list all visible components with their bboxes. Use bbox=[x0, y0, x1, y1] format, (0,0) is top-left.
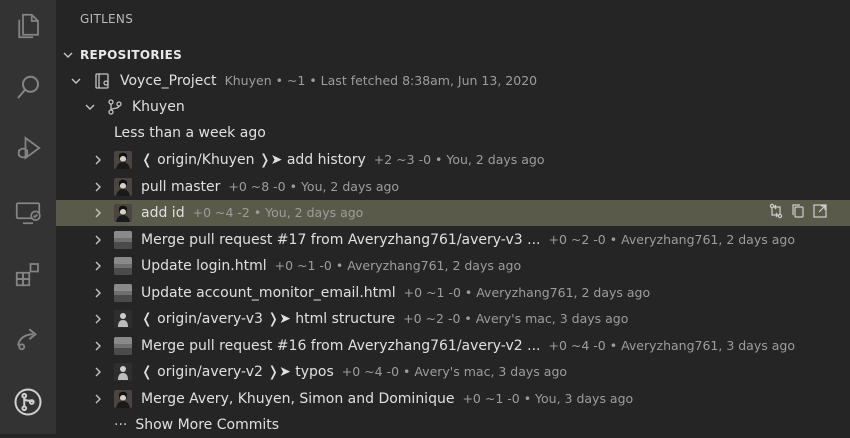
open-external-icon[interactable] bbox=[812, 203, 828, 223]
commit-message: Update account_monitor_email.html bbox=[141, 284, 396, 301]
chevron-right-icon bbox=[90, 285, 106, 301]
commit-meta: +0 ~4 -0 • Avery's mac, 3 days ago bbox=[341, 364, 568, 379]
commit-message: ❬ origin/Khuyen ❭➤ add history bbox=[141, 152, 366, 168]
run-debug-icon[interactable] bbox=[0, 124, 56, 172]
commit-row[interactable]: ❬ origin/avery-v2 ❭➤ typos +0 ~4 -0 • Ave… bbox=[56, 359, 850, 385]
commit-message: Merge pull request #17 from Averyzhang76… bbox=[141, 231, 541, 248]
author-avatar bbox=[114, 310, 132, 328]
repo-item[interactable]: Voyce_Project Khuyen • ~1 • Last fetched… bbox=[56, 68, 850, 94]
commit-meta: +0 ~1 -0 • Averyzhang761, 2 days ago bbox=[403, 284, 651, 300]
commit-message: ❬ origin/avery-v3 ❭➤ html structure bbox=[141, 311, 396, 327]
commit-message: Update login.html bbox=[141, 258, 267, 274]
chevron-down-icon bbox=[82, 99, 98, 115]
commit-meta: +0 ~4 -2 • You, 2 days ago bbox=[192, 205, 364, 220]
author-avatar bbox=[114, 151, 132, 169]
chevron-right-icon bbox=[90, 258, 106, 274]
commit-message: pull master bbox=[141, 178, 221, 195]
compare-icon[interactable] bbox=[768, 203, 784, 223]
chevron-right-icon bbox=[90, 338, 106, 354]
commit-row[interactable]: add id +0 ~4 -2 • You, 2 days ago bbox=[56, 200, 850, 226]
commit-message: Merge Avery, Khuyen, Simon and Dominique bbox=[141, 390, 455, 407]
files-icon[interactable] bbox=[0, 2, 56, 50]
repositories-section-header[interactable]: REPOSITORIES bbox=[56, 42, 850, 68]
repo-icon bbox=[94, 72, 112, 90]
chevron-right-icon bbox=[90, 311, 106, 327]
branch-icon bbox=[106, 98, 124, 116]
commit-meta: +0 ~1 -0 • Averyzhang761, 2 days ago bbox=[274, 258, 522, 273]
chevron-down-icon bbox=[68, 73, 84, 89]
extensions-icon[interactable] bbox=[0, 250, 56, 298]
commit-row[interactable]: Update login.html +0 ~1 -0 • Averyzhang76… bbox=[56, 253, 850, 279]
activity-bar bbox=[0, 0, 56, 434]
commit-message: Merge pull request #16 from Averyzhang76… bbox=[141, 337, 541, 354]
author-avatar bbox=[114, 230, 132, 249]
show-more-label: Show More Commits bbox=[135, 417, 280, 433]
section-label: REPOSITORIES bbox=[80, 48, 183, 62]
commit-meta: +0 ~8 -0 • You, 2 days ago bbox=[228, 178, 400, 194]
chevron-right-icon bbox=[90, 391, 106, 407]
show-more-commits[interactable]: ··· Show More Commits bbox=[56, 412, 850, 438]
commit-row[interactable]: Merge pull request #16 from Averyzhang76… bbox=[56, 333, 850, 359]
search-icon[interactable] bbox=[0, 64, 56, 112]
commit-meta: +0 ~2 -0 • Avery's mac, 3 days ago bbox=[403, 311, 629, 326]
more-icon: ··· bbox=[114, 417, 128, 433]
author-avatar bbox=[114, 336, 132, 355]
author-avatar bbox=[114, 204, 132, 222]
date-group-label: Less than a week ago bbox=[114, 125, 266, 141]
author-avatar bbox=[114, 283, 132, 302]
date-group[interactable]: Less than a week ago bbox=[56, 120, 850, 146]
gitlens-icon[interactable] bbox=[0, 378, 56, 426]
commit-row[interactable]: Merge pull request #17 from Averyzhang76… bbox=[56, 227, 850, 253]
sidebar-title: GITLENS bbox=[80, 12, 134, 26]
chevron-down-icon bbox=[60, 47, 76, 63]
commit-row[interactable]: Merge Avery, Khuyen, Simon and Dominique… bbox=[56, 386, 850, 412]
gitlens-sidebar: GITLENS REPOSITORIES Voyce_Project Khuye… bbox=[56, 0, 850, 434]
commit-row[interactable]: pull master +0 ~8 -0 • You, 2 days ago bbox=[56, 174, 850, 200]
repo-name: Voyce_Project bbox=[120, 73, 217, 89]
commit-row[interactable]: ❬ origin/Khuyen ❭➤ add history +2 ~3 -0 •… bbox=[56, 147, 850, 173]
commit-message: add id bbox=[141, 205, 185, 221]
commit-row[interactable]: Update account_monitor_email.html +0 ~1 -… bbox=[56, 280, 850, 306]
live-share-icon[interactable] bbox=[0, 314, 56, 362]
author-avatar bbox=[114, 389, 132, 408]
chevron-right-icon bbox=[90, 205, 106, 221]
commit-message: ❬ origin/avery-v2 ❭➤ typos bbox=[141, 364, 334, 380]
remote-explorer-icon[interactable] bbox=[0, 188, 56, 236]
row-actions bbox=[768, 203, 828, 223]
commit-meta: +0 ~2 -0 • Averyzhang761, 2 days ago bbox=[548, 231, 795, 247]
commit-meta: +0 ~4 -0 • Averyzhang761, 3 days ago bbox=[548, 337, 795, 353]
branch-item[interactable]: Khuyen bbox=[56, 94, 850, 120]
commit-row[interactable]: ❬ origin/avery-v3 ❭➤ html structure +0 ~2… bbox=[56, 306, 850, 332]
chevron-right-icon bbox=[90, 364, 106, 380]
author-avatar bbox=[114, 257, 132, 275]
chevron-right-icon bbox=[90, 179, 106, 195]
author-avatar bbox=[114, 363, 132, 381]
commit-meta: +0 ~1 -0 • You, 3 days ago bbox=[462, 390, 634, 406]
branch-name: Khuyen bbox=[132, 99, 185, 115]
chevron-right-icon bbox=[90, 232, 106, 248]
copy-icon[interactable] bbox=[790, 203, 806, 223]
author-avatar bbox=[114, 177, 132, 196]
repo-meta: Khuyen • ~1 • Last fetched 8:38am, Jun 1… bbox=[224, 73, 538, 88]
chevron-right-icon bbox=[90, 152, 106, 168]
commit-meta: +2 ~3 -0 • You, 2 days ago bbox=[373, 152, 545, 167]
